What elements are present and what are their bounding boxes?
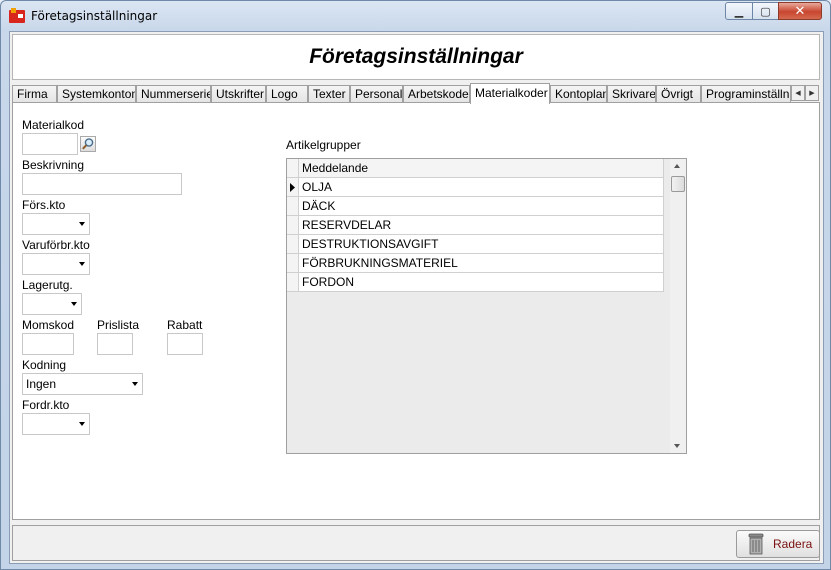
lagerutg-select[interactable]: [22, 293, 82, 315]
beskrivning-input[interactable]: [22, 173, 182, 195]
window-title: Företagsinställningar: [31, 9, 158, 23]
fors-kto-label: Förs.kto: [22, 198, 66, 212]
table-row[interactable]: RESERVDELAR: [299, 216, 664, 235]
fordr-kto-label: Fordr.kto: [22, 398, 70, 412]
momskod-input[interactable]: [22, 333, 74, 355]
title-bar: Företagsinställningar ▁ ▢ ✕: [1, 1, 830, 31]
trash-can-icon: [748, 533, 764, 555]
column-header-meddelande[interactable]: Meddelande: [299, 159, 664, 178]
tab-logo[interactable]: Logo: [266, 85, 308, 103]
chevron-down-icon: [132, 382, 138, 386]
scroll-up-icon[interactable]: [674, 164, 680, 168]
arrow-right-icon: ▶: [809, 89, 815, 97]
scrollbar-thumb[interactable]: [671, 176, 685, 192]
materialkod-lookup-button[interactable]: [80, 136, 96, 152]
lagerutg-label: Lagerutg.: [22, 278, 73, 292]
rabatt-label: Rabatt: [167, 318, 203, 332]
tab-scroll-left-button[interactable]: ◀: [791, 85, 805, 101]
tab-arbetskoder[interactable]: Arbetskoder: [403, 85, 470, 103]
artikelgrupper-grid[interactable]: Meddelande OLJA DÄCK RESERVDELAR DESTRUK…: [286, 158, 687, 454]
tab-texter[interactable]: Texter: [308, 85, 350, 103]
tab-programinstallningar[interactable]: Programinställningar: [701, 85, 791, 103]
row-header[interactable]: [287, 216, 299, 235]
tab-nummerserier[interactable]: Nummerserier: [136, 85, 211, 103]
chevron-down-icon: [79, 262, 85, 266]
delete-button-label: Radera: [773, 537, 813, 551]
chevron-down-icon: [71, 302, 77, 306]
minimize-button[interactable]: ▁: [725, 2, 753, 20]
client-area: Företagsinställningar Firma Systemkonton…: [9, 31, 824, 564]
close-button[interactable]: ✕: [778, 2, 822, 20]
fordr-kto-select[interactable]: [22, 413, 90, 435]
prislista-label: Prislista: [97, 318, 140, 332]
tab-skrivare[interactable]: Skrivare: [607, 85, 656, 103]
kodning-label: Kodning: [22, 358, 67, 372]
row-header[interactable]: [287, 197, 299, 216]
momskod-label: Momskod: [22, 318, 75, 332]
chevron-down-icon: [79, 222, 85, 226]
materialkoder-page: Materialkod Beskrivning Förs.kto Varuför…: [12, 102, 820, 520]
magnifier-icon: [82, 138, 94, 150]
page-title: Företagsinställningar: [309, 45, 523, 68]
table-row[interactable]: FÖRBRUKNINGSMATERIEL: [299, 254, 664, 273]
tab-utskrifter[interactable]: Utskrifter: [211, 85, 266, 103]
current-row-arrow-icon: [290, 183, 295, 192]
row-header[interactable]: [287, 178, 299, 197]
rabatt-input[interactable]: [167, 333, 203, 355]
row-header[interactable]: [287, 273, 299, 292]
tab-scroll-right-button[interactable]: ▶: [805, 85, 819, 101]
close-icon: ✕: [794, 3, 806, 19]
tab-kontoplan[interactable]: Kontoplan: [550, 85, 607, 103]
app-icon: [9, 8, 25, 23]
table-row[interactable]: FORDON: [299, 273, 664, 292]
grid-corner-header: [287, 159, 299, 178]
artikelgrupper-label: Artikelgrupper: [286, 138, 361, 152]
tab-firma[interactable]: Firma: [12, 85, 57, 103]
delete-button[interactable]: Radera: [736, 530, 820, 558]
minimize-icon: ▁: [734, 4, 744, 18]
materialkod-input[interactable]: [22, 133, 78, 155]
fors-kto-select[interactable]: [22, 213, 90, 235]
maximize-button[interactable]: ▢: [752, 2, 779, 20]
maximize-icon: ▢: [760, 4, 771, 18]
tab-ovrigt[interactable]: Övrigt: [656, 85, 701, 103]
app-window: Företagsinställningar ▁ ▢ ✕ Företagsinst…: [0, 0, 831, 570]
tab-systemkonton[interactable]: Systemkonton: [57, 85, 136, 103]
table-row[interactable]: DESTRUKTIONSAVGIFT: [299, 235, 664, 254]
row-header[interactable]: [287, 235, 299, 254]
table-row[interactable]: OLJA: [299, 178, 664, 197]
row-header[interactable]: [287, 254, 299, 273]
tab-personal[interactable]: Personal: [350, 85, 403, 103]
chevron-down-icon: [79, 422, 85, 426]
footer-bar: Radera: [12, 525, 820, 561]
grid-vertical-scrollbar[interactable]: [670, 159, 686, 453]
tab-materialkoder[interactable]: Materialkoder: [470, 83, 550, 104]
table-row[interactable]: DÄCK: [299, 197, 664, 216]
beskrivning-label: Beskrivning: [22, 158, 85, 172]
scroll-down-icon[interactable]: [674, 444, 680, 448]
varuforbr-kto-label: Varuförbr.kto: [22, 238, 90, 252]
kodning-value: Ingen: [26, 377, 57, 391]
prislista-input[interactable]: [97, 333, 133, 355]
varuforbr-kto-select[interactable]: [22, 253, 90, 275]
page-header: Företagsinställningar: [12, 34, 820, 80]
tab-strip: Firma Systemkonton Nummerserier Utskrift…: [12, 83, 820, 104]
arrow-left-icon: ◀: [795, 89, 801, 97]
kodning-select[interactable]: Ingen: [22, 373, 143, 395]
materialkod-label: Materialkod: [22, 118, 85, 132]
